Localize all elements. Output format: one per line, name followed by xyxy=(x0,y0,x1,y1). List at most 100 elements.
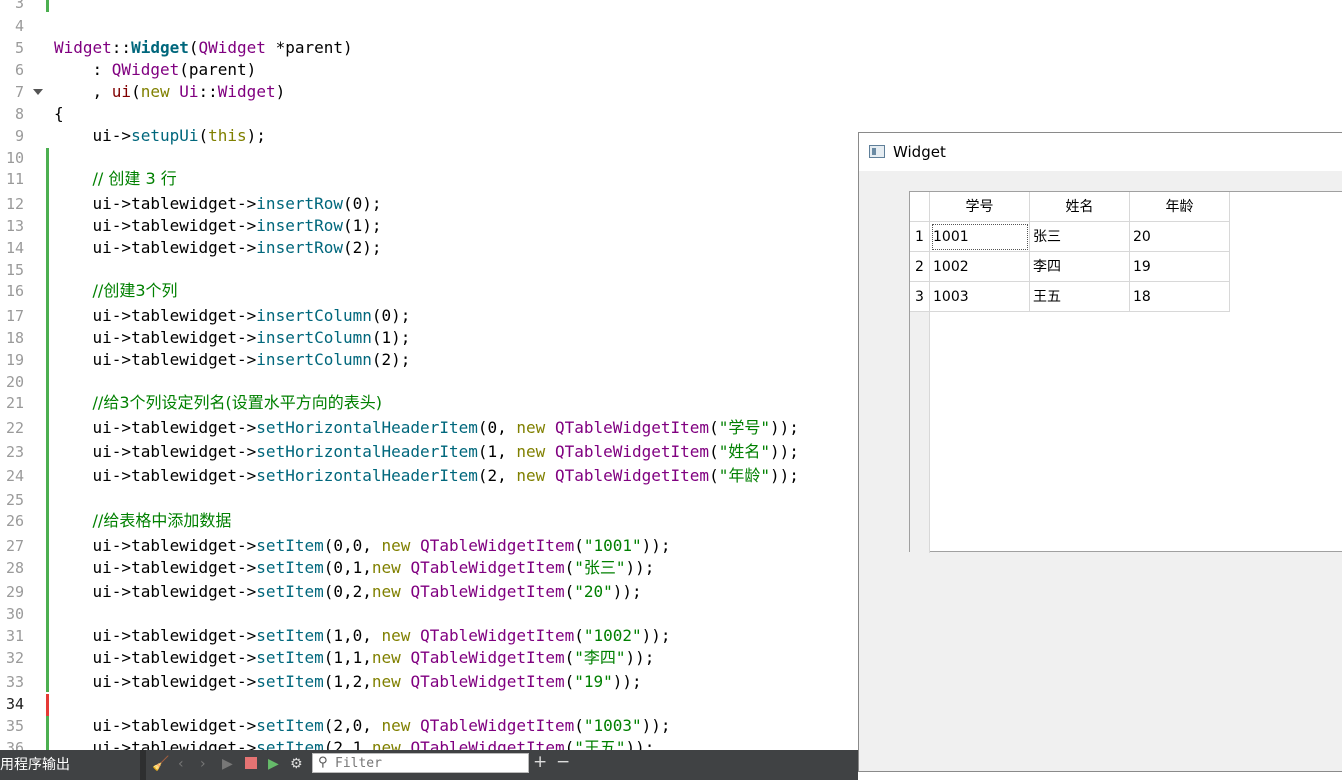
code-text: ui->tablewidget->insertColumn(0); xyxy=(92,306,411,325)
row-header[interactable]: 3 xyxy=(910,282,930,312)
code-text: ui->tablewidget->setItem(0,2,new QTableW… xyxy=(92,582,642,601)
table-cell[interactable]: 20 xyxy=(1130,222,1230,252)
line-number: 3 xyxy=(14,0,24,12)
filter-input[interactable] xyxy=(335,755,520,771)
code-text: ui->tablewidget->setItem(1,0, new QTable… xyxy=(92,626,671,645)
table-cell[interactable]: 李四 xyxy=(1030,252,1130,282)
table-widget[interactable]: 学号 姓名 年龄 1 2 3 1001 张三 20 1002 李四 19 100… xyxy=(909,191,1342,553)
line-number: 6 xyxy=(14,61,24,79)
line-number: 31 xyxy=(5,627,24,645)
line-number: 19 xyxy=(5,351,24,369)
line-number: 20 xyxy=(5,373,24,391)
line-number: 14 xyxy=(5,239,24,257)
code-text: ui->tablewidget->setItem(2,0, new QTable… xyxy=(92,716,671,735)
window-titlebar[interactable]: Widget xyxy=(859,133,1342,171)
line-number: 22 xyxy=(5,419,24,437)
code-text: Widget::Widget(QWidget *parent) xyxy=(54,38,353,57)
line-number: 9 xyxy=(14,127,24,145)
window-title: Widget xyxy=(893,143,946,161)
line-number: 26 xyxy=(5,512,24,530)
line-number: 21 xyxy=(5,394,24,412)
code-text: ui->tablewidget->insertColumn(2); xyxy=(92,350,411,369)
line-number: 4 xyxy=(14,17,24,35)
window-app-icon xyxy=(869,145,885,158)
line-number: 17 xyxy=(5,307,24,325)
fold-arrow-icon[interactable] xyxy=(33,89,43,95)
line-number: 35 xyxy=(5,717,24,735)
table-cell[interactable]: 1003 xyxy=(930,282,1030,312)
row-header[interactable]: 2 xyxy=(910,252,930,282)
code-text: , ui(new Ui::Widget) xyxy=(92,82,286,101)
line-number: 24 xyxy=(5,467,24,485)
line-number: 28 xyxy=(5,559,24,577)
code-text: ui->tablewidget->setHorizontalHeaderItem… xyxy=(92,466,799,485)
table-cell[interactable]: 王五 xyxy=(1030,282,1130,312)
play-icon[interactable]: ▶ xyxy=(222,755,233,773)
broom-icon[interactable]: 🧹 xyxy=(152,755,169,773)
table-corner-button[interactable] xyxy=(910,192,930,222)
line-number: 25 xyxy=(5,491,24,509)
stop-icon[interactable] xyxy=(245,757,257,769)
code-text: //给表格中添加数据 xyxy=(92,511,232,530)
table-cell[interactable]: 19 xyxy=(1130,252,1230,282)
line-number: 27 xyxy=(5,537,24,555)
output-filter-field[interactable]: ⚲ xyxy=(312,753,529,773)
code-text: { xyxy=(54,104,64,123)
code-text: : QWidget(parent) xyxy=(92,60,257,79)
code-text: ui->tablewidget->setHorizontalHeaderItem… xyxy=(92,418,799,437)
line-number: 13 xyxy=(5,217,24,235)
minus-icon[interactable]: − xyxy=(556,753,570,771)
code-text: ui->tablewidget->setItem(1,2,new QTableW… xyxy=(92,672,642,691)
line-number: 12 xyxy=(5,195,24,213)
search-icon: ⚲ xyxy=(318,755,328,770)
column-header-xuehao[interactable]: 学号 xyxy=(930,192,1030,222)
line-number: 11 xyxy=(5,170,24,188)
pane-separator xyxy=(140,750,146,780)
line-number: 15 xyxy=(5,261,24,279)
code-text: ui->tablewidget->insertRow(2); xyxy=(92,238,382,257)
table-cell[interactable]: 18 xyxy=(1130,282,1230,312)
line-number: 29 xyxy=(5,583,24,601)
code-text: ui->tablewidget->setItem(1,1,new QTableW… xyxy=(92,648,655,667)
code-line[interactable]: 6 : QWidget(parent) xyxy=(0,59,1342,81)
line-number: 16 xyxy=(5,282,24,300)
line-number: 32 xyxy=(5,649,24,667)
plus-icon[interactable]: + xyxy=(533,753,547,771)
row-header[interactable]: 1 xyxy=(910,222,930,252)
row-header-empty-area xyxy=(910,312,930,553)
code-line[interactable]: 5 Widget::Widget(QWidget *parent) xyxy=(0,37,1342,59)
line-number: 5 xyxy=(14,39,24,57)
output-pane-title: 用程序输出 xyxy=(0,757,70,773)
line-number: 8 xyxy=(14,105,24,123)
widget-window: Widget 学号 姓名 年龄 1 2 3 1001 张三 20 1002 李四… xyxy=(858,132,1342,772)
code-text: ui->tablewidget->insertRow(0); xyxy=(92,194,382,213)
debug-run-icon[interactable]: ▶ xyxy=(268,755,279,773)
table-cell[interactable]: 1002 xyxy=(930,252,1030,282)
line-number: 33 xyxy=(5,673,24,691)
code-line[interactable]: 8{ xyxy=(0,103,1342,125)
code-line[interactable]: 3 xyxy=(0,0,1342,14)
table-cell[interactable]: 张三 xyxy=(1030,222,1130,252)
code-text: ui->setupUi(this); xyxy=(92,126,266,145)
code-text: ui->tablewidget->insertRow(1); xyxy=(92,216,382,235)
column-header-nianling[interactable]: 年龄 xyxy=(1130,192,1230,222)
application-output-pane: 用程序输出 🧹 ‹ › ▶ ▶ ⚙ ⚲ + − xyxy=(0,750,858,780)
code-text: ui->tablewidget->setItem(0,1,new QTableW… xyxy=(92,558,655,577)
code-text: //创建3个列 xyxy=(92,281,178,300)
table-cell[interactable]: 1001 xyxy=(930,222,1030,252)
arrow-right-icon[interactable]: › xyxy=(200,755,206,773)
code-text: //给3个列设定列名(设置水平方向的表头) xyxy=(92,393,382,412)
arrow-left-icon[interactable]: ‹ xyxy=(178,755,184,773)
code-line[interactable]: 4 xyxy=(0,15,1342,37)
line-number: 30 xyxy=(5,605,24,623)
column-header-xingming[interactable]: 姓名 xyxy=(1030,192,1130,222)
line-number: 23 xyxy=(5,443,24,461)
line-number: 18 xyxy=(5,329,24,347)
line-number: 34 xyxy=(5,695,24,713)
gear-icon[interactable]: ⚙ xyxy=(290,755,303,773)
code-text: // 创建 3 行 xyxy=(92,169,177,188)
code-text: ui->tablewidget->insertColumn(1); xyxy=(92,328,411,347)
code-line[interactable]: 7 , ui(new Ui::Widget) xyxy=(0,81,1342,103)
line-number: 7 xyxy=(14,83,24,101)
code-text: ui->tablewidget->setItem(0,0, new QTable… xyxy=(92,536,671,555)
